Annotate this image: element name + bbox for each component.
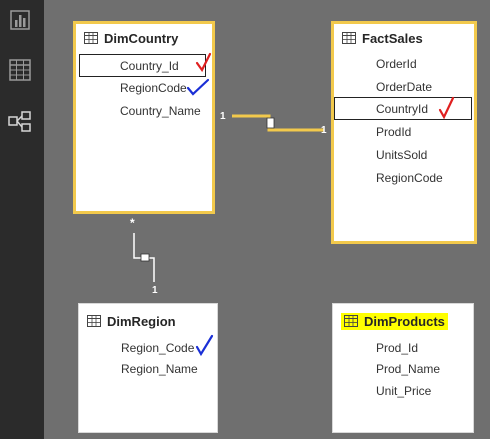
bar-chart-icon bbox=[10, 10, 30, 30]
field-label: RegionCode bbox=[120, 81, 187, 95]
table-title: DimCountry bbox=[104, 30, 179, 46]
table-header: DimRegion bbox=[79, 307, 217, 335]
table-title: DimProducts bbox=[364, 313, 445, 329]
blue-checkmark-icon bbox=[186, 78, 210, 96]
field-label: RegionCode bbox=[376, 171, 443, 185]
data-view-button[interactable] bbox=[6, 56, 34, 84]
field-label: Region_Code bbox=[121, 341, 195, 355]
field-label: Country_Id bbox=[120, 59, 179, 73]
red-checkmark-icon bbox=[195, 52, 212, 73]
table-title: FactSales bbox=[362, 30, 423, 46]
cardinality-region-one: 1 bbox=[152, 285, 158, 296]
table-icon bbox=[344, 315, 358, 327]
table-icon bbox=[87, 315, 101, 327]
relationship-direction-marker bbox=[266, 117, 275, 129]
field-label: Prod_Id bbox=[376, 341, 419, 355]
red-checkmark-icon bbox=[438, 96, 455, 120]
cardinality-country-side: 1 bbox=[220, 111, 226, 122]
field-label: OrderDate bbox=[376, 80, 433, 94]
table-icon bbox=[84, 32, 98, 44]
cardinality-sales-side: 1 bbox=[321, 125, 327, 136]
relationship-direction-marker-2 bbox=[140, 253, 150, 262]
model-canvas[interactable]: 1 1 * 1 DimCountry Country_Id RegionCode… bbox=[44, 0, 490, 439]
field-prod-name[interactable]: Prod_Name bbox=[333, 358, 473, 381]
table-header: DimProducts bbox=[333, 307, 473, 335]
field-prod-id[interactable]: ProdId bbox=[334, 121, 474, 144]
table-card-dimcountry[interactable]: DimCountry Country_Id RegionCode Country… bbox=[73, 21, 215, 214]
report-view-button[interactable] bbox=[6, 6, 34, 34]
table-grid-icon bbox=[9, 59, 31, 81]
field-label: CountryId bbox=[376, 102, 429, 116]
field-region-name[interactable]: Region_Name bbox=[79, 358, 217, 381]
field-country-id[interactable]: Country_Id bbox=[79, 54, 206, 77]
field-label: ProdId bbox=[376, 125, 412, 139]
field-label: UnitsSold bbox=[376, 148, 428, 162]
relationships-view-button[interactable] bbox=[6, 108, 34, 136]
title-highlight: DimProducts bbox=[341, 312, 448, 330]
field-prod-id[interactable]: Prod_Id bbox=[333, 337, 473, 360]
table-card-factsales[interactable]: FactSales OrderId OrderDate CountryId Pr… bbox=[331, 21, 477, 244]
table-header: FactSales bbox=[334, 24, 474, 52]
field-region-code[interactable]: RegionCode bbox=[334, 167, 474, 190]
table-header: DimCountry bbox=[76, 24, 212, 52]
field-units-sold[interactable]: UnitsSold bbox=[334, 144, 474, 167]
table-card-dimproducts[interactable]: DimProducts Prod_Id Prod_Name Unit_Price bbox=[332, 303, 474, 433]
field-label: OrderId bbox=[376, 57, 417, 71]
field-country-name[interactable]: Country_Name bbox=[76, 100, 212, 123]
table-icon bbox=[342, 32, 356, 44]
field-label: Country_Name bbox=[120, 104, 201, 118]
field-order-id[interactable]: OrderId bbox=[334, 53, 474, 76]
field-unit-price[interactable]: Unit_Price bbox=[333, 380, 473, 403]
field-label: Prod_Name bbox=[376, 362, 441, 376]
field-label: Unit_Price bbox=[376, 384, 432, 398]
model-diagram-icon bbox=[8, 111, 31, 132]
view-rail bbox=[0, 0, 44, 439]
relationship-country-sales bbox=[232, 114, 324, 132]
table-card-dimregion[interactable]: DimRegion Region_Code Region_Name bbox=[78, 303, 218, 433]
table-title: DimRegion bbox=[107, 313, 176, 329]
blue-checkmark-icon bbox=[195, 334, 214, 357]
cardinality-country-many: * bbox=[130, 216, 135, 230]
field-label: Region_Name bbox=[121, 362, 198, 376]
